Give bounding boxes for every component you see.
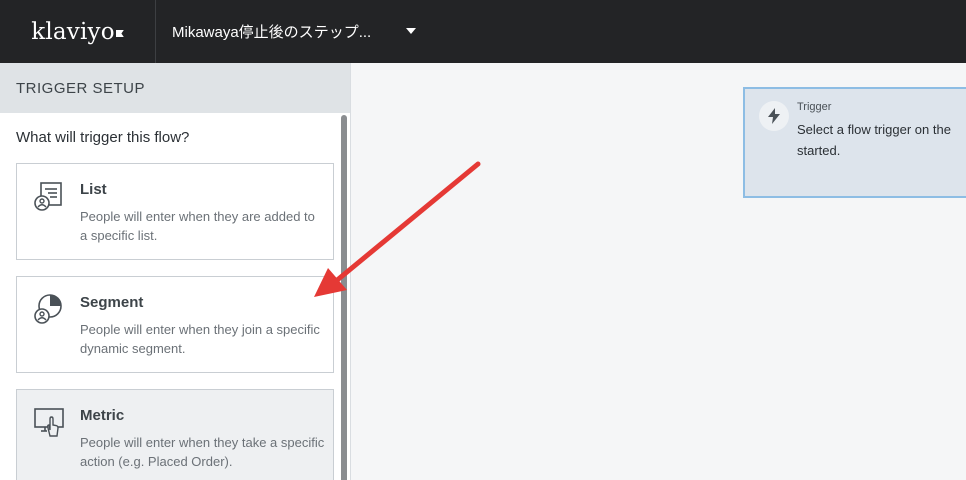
trigger-option-list[interactable]: List People will enter when they are add…	[16, 163, 334, 260]
flow-name-dropdown[interactable]: Mikawaya停止後のステップ...	[172, 0, 371, 63]
trigger-label: Trigger	[797, 101, 832, 113]
logo-text: klaviyo	[31, 18, 115, 45]
trigger-setup-panel: TRIGGER SETUP What will trigger this flo…	[0, 63, 351, 480]
lightning-icon	[759, 101, 789, 131]
panel-title: TRIGGER SETUP	[0, 63, 350, 113]
trigger-instruction: Select a flow trigger on the started.	[797, 122, 951, 158]
metric-icon	[34, 408, 64, 437]
trigger-option-segment[interactable]: Segment People will enter when they join…	[16, 276, 334, 373]
trigger-node[interactable]: Trigger Select a flow trigger on the sta…	[743, 87, 966, 198]
option-description: People will enter when they are added to…	[80, 209, 315, 243]
trigger-question: What will trigger this flow?	[16, 129, 190, 146]
option-title: Segment	[80, 294, 144, 311]
panel-scrollbar[interactable]	[341, 115, 347, 480]
trigger-option-metric[interactable]: Metric People will enter when they take …	[16, 389, 334, 480]
klaviyo-logo[interactable]: klaviyo	[0, 0, 156, 63]
option-description: People will enter when they take a speci…	[80, 435, 325, 469]
caret-down-icon[interactable]	[406, 28, 416, 34]
option-title: List	[80, 181, 107, 198]
option-title: Metric	[80, 407, 125, 424]
option-description: People will enter when they join a speci…	[80, 322, 320, 356]
segment-icon	[34, 294, 62, 324]
logo-flag-icon	[115, 30, 124, 37]
list-icon	[34, 182, 62, 211]
top-bar: klaviyo Mikawaya停止後のステップ...	[0, 0, 966, 63]
